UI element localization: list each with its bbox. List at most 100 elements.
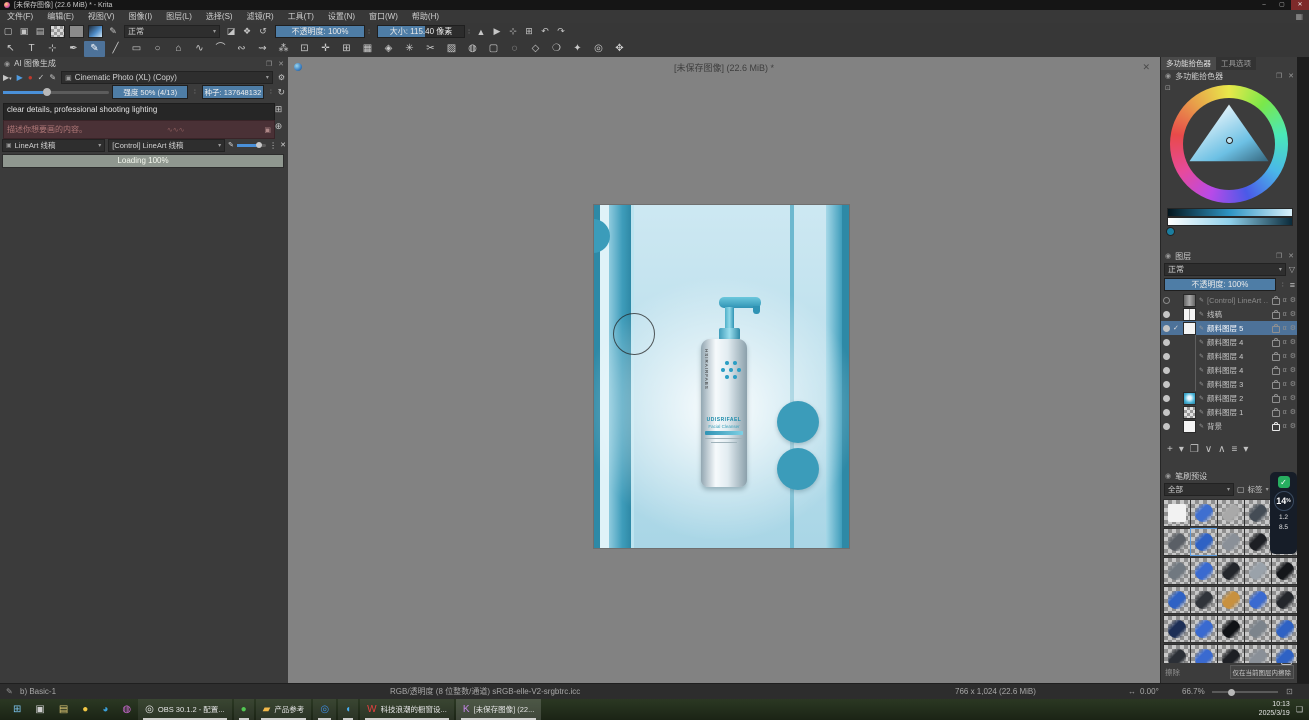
chat-app-icon[interactable]: ◖ bbox=[338, 699, 358, 720]
layer-row[interactable]: ✎ 线稿 α ⚙ bbox=[1161, 307, 1298, 321]
polyline-tool[interactable]: ∿ bbox=[189, 41, 210, 57]
add-control-icon[interactable]: ⊕ bbox=[272, 121, 285, 132]
translate-icon[interactable]: ▣ bbox=[264, 126, 271, 134]
layer-row[interactable]: ✓ ✎ 颜料图层 5 α ⚙ bbox=[1161, 321, 1298, 335]
calligraphy-tool[interactable]: ✒ bbox=[63, 41, 84, 57]
brush-preset[interactable] bbox=[1271, 644, 1298, 663]
layer-visibility-icon[interactable] bbox=[1163, 381, 1170, 388]
notification-icon[interactable]: ❏ bbox=[1296, 705, 1303, 714]
layer-lock-icon[interactable] bbox=[1272, 396, 1280, 403]
settings-gear-icon[interactable]: ⚙ bbox=[278, 73, 285, 82]
menu-item[interactable]: 选择(S) bbox=[199, 11, 240, 22]
duplicate-layer-icon[interactable]: ❐ bbox=[1190, 444, 1199, 455]
snap-icon[interactable]: ⊹ bbox=[505, 26, 521, 37]
mirror-horizontal-icon[interactable]: ▲ bbox=[473, 27, 489, 37]
close-docker-icon[interactable]: ✕ bbox=[278, 60, 284, 68]
document-window-button[interactable]: W 科技浪潮的橱窗设... bbox=[360, 699, 454, 720]
menu-item[interactable]: 帮助(H) bbox=[405, 11, 446, 22]
pattern-edit-tool[interactable]: ✳ bbox=[399, 41, 420, 57]
move-layer-up-icon[interactable]: ∧ bbox=[1218, 444, 1225, 455]
menu-item[interactable]: 窗口(W) bbox=[362, 11, 405, 22]
brush-preset[interactable] bbox=[1217, 586, 1245, 614]
generation-progress-slider[interactable] bbox=[3, 91, 109, 94]
brush-editor-icon[interactable]: ✎ bbox=[105, 26, 121, 37]
layer-row[interactable]: ✎ 颜料图层 3 α ⚙ bbox=[1161, 377, 1298, 391]
layer-alpha-icon[interactable]: α bbox=[1283, 409, 1287, 416]
menu-item[interactable]: 图像(I) bbox=[122, 11, 160, 22]
menu-item[interactable]: 文件(F) bbox=[0, 11, 40, 22]
layer-properties-gear-icon[interactable]: ⚙ bbox=[1290, 324, 1296, 332]
zoom-slider-handle[interactable] bbox=[1228, 689, 1235, 696]
menu-item[interactable]: 设置(N) bbox=[321, 11, 362, 22]
color-picker-tool[interactable]: ◈ bbox=[378, 41, 399, 57]
wechat-icon[interactable]: ● bbox=[234, 699, 254, 720]
seed-spinbox[interactable]: 种子: 137648132 bbox=[202, 85, 265, 99]
float-docker-icon[interactable]: ❐ bbox=[266, 60, 272, 68]
layer-menu-icon[interactable]: ≡ bbox=[1290, 280, 1295, 290]
workspace-chooser-icon[interactable]: ▦ bbox=[1295, 12, 1303, 21]
control-link-icon[interactable]: ✎ bbox=[228, 141, 234, 149]
brush-preset[interactable] bbox=[1271, 557, 1298, 585]
layer-alpha-icon[interactable]: α bbox=[1283, 381, 1287, 388]
text-tool[interactable]: T bbox=[21, 41, 42, 57]
layer-alpha-icon[interactable]: α bbox=[1283, 353, 1287, 360]
layer-properties-gear-icon[interactable]: ⚙ bbox=[1290, 352, 1296, 360]
seed-spin-buttons[interactable]: ∶ bbox=[267, 88, 274, 96]
layer-properties-gear-icon[interactable]: ⚙ bbox=[1290, 310, 1296, 318]
layer-alpha-icon[interactable]: α bbox=[1283, 395, 1287, 402]
task-view-icon[interactable]: ▣ bbox=[28, 699, 51, 720]
layer-row[interactable]: ✎ [Control] LineArt … α ⚙ bbox=[1161, 293, 1298, 307]
control-layer-select[interactable]: [Control] LineArt 线稿 ▾ bbox=[108, 139, 225, 152]
brush-preset[interactable] bbox=[1190, 586, 1218, 614]
brush-preset[interactable] bbox=[1244, 557, 1272, 585]
control-type-select[interactable]: ▣ LineArt 线稿 ▾ bbox=[2, 139, 105, 152]
maximize-button[interactable]: ▢ bbox=[1273, 0, 1291, 10]
smart-patch-tool[interactable]: ✂ bbox=[420, 41, 441, 57]
move-layer-down-icon[interactable]: ∨ bbox=[1205, 444, 1212, 455]
fill-tool[interactable]: ▨ bbox=[441, 41, 462, 57]
layer-lock-icon[interactable] bbox=[1272, 326, 1280, 333]
blend-mode-select[interactable]: 正常 ▾ bbox=[124, 25, 220, 38]
layer-lock-icon[interactable] bbox=[1272, 382, 1280, 389]
layer-lock-icon[interactable] bbox=[1272, 298, 1280, 305]
brush-preset[interactable] bbox=[1244, 528, 1272, 556]
brush-preset[interactable] bbox=[1163, 528, 1191, 556]
brush-preset[interactable] bbox=[1217, 528, 1245, 556]
shade-strip[interactable] bbox=[1167, 217, 1293, 226]
layer-alpha-icon[interactable]: α bbox=[1283, 297, 1287, 304]
gradient-swatch[interactable] bbox=[69, 25, 84, 38]
apply-button[interactable]: ✓ bbox=[38, 73, 45, 82]
layer-alpha-icon[interactable]: α bbox=[1283, 325, 1287, 332]
enclose-fill-tool[interactable]: ◍ bbox=[462, 41, 483, 57]
style-preset-select[interactable]: ▣ Cinematic Photo (XL) (Copy) ▾ bbox=[61, 71, 273, 84]
edit-region-icon[interactable]: ✎ bbox=[49, 73, 56, 82]
layer-visibility-icon[interactable] bbox=[1163, 297, 1170, 304]
brush-tag-filter-select[interactable]: 全部 ▾ bbox=[1164, 483, 1234, 496]
layer-lock-icon[interactable] bbox=[1272, 354, 1280, 361]
freehand-path-tool[interactable]: ∾ bbox=[231, 41, 252, 57]
line-tool[interactable]: ╱ bbox=[105, 41, 126, 57]
dynamic-brush-tool[interactable]: ⇝ bbox=[252, 41, 273, 57]
brush-preset[interactable] bbox=[1271, 586, 1298, 614]
brush-preset[interactable] bbox=[1190, 528, 1218, 556]
brush-preset[interactable] bbox=[1163, 499, 1191, 527]
layer-properties-gear-icon[interactable]: ⚙ bbox=[1290, 338, 1296, 346]
size-spin-buttons[interactable]: ∶ bbox=[465, 28, 473, 36]
layer-lock-icon[interactable] bbox=[1272, 340, 1280, 347]
layer-lock-icon[interactable] bbox=[1272, 368, 1280, 375]
opacity-spin-buttons[interactable]: ∶ bbox=[365, 28, 373, 36]
brush-preset[interactable] bbox=[1244, 615, 1272, 643]
layer-alpha-icon[interactable]: α bbox=[1283, 423, 1287, 430]
mirror-vertical-icon[interactable]: ▶ bbox=[489, 26, 505, 37]
canvas-surface[interactable]: [未保存图像] (22.6 MiB) * ✕ HSIRAIRFABS UDISR… bbox=[288, 57, 1160, 683]
chevron-down-icon[interactable]: ▾ bbox=[1266, 486, 1269, 493]
app-yellow-icon[interactable]: ● bbox=[75, 699, 95, 720]
layer-visibility-icon[interactable] bbox=[1163, 339, 1170, 346]
layer-visibility-icon[interactable] bbox=[1163, 311, 1170, 318]
edit-shapes-tool[interactable]: ⊹ bbox=[42, 41, 63, 57]
transform-tool[interactable]: ⊞ bbox=[336, 41, 357, 57]
layer-visibility-icon[interactable] bbox=[1163, 423, 1170, 430]
close-button[interactable]: ✕ bbox=[1291, 0, 1309, 10]
brush-preset[interactable] bbox=[1244, 644, 1272, 663]
zoom-slider[interactable] bbox=[1212, 691, 1278, 693]
